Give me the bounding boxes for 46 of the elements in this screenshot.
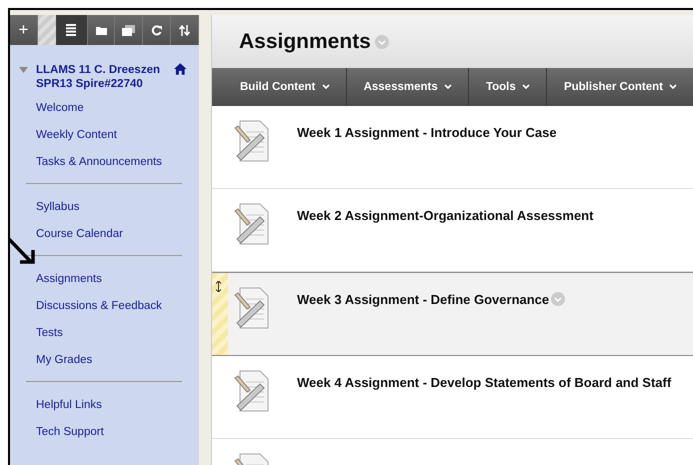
sort-view-button[interactable] [171, 15, 200, 45]
course-menu-link[interactable]: Tech Support [36, 419, 199, 446]
course-menu-link[interactable]: Syllabus [36, 194, 199, 221]
list-icon [66, 24, 76, 36]
assignment-title-link: Week 3 Assignment - Define Governance [297, 292, 550, 307]
assignment-document-icon [234, 287, 270, 329]
content-item-row[interactable]: Week 1 Assignment - Introduce Your Case [212, 106, 693, 189]
assignment-document-icon [234, 203, 270, 245]
caret-icon [522, 84, 530, 90]
content-item-row[interactable]: Week 3 Assignment - Define Governance [212, 272, 693, 356]
course-menu-link[interactable]: Weekly Content [36, 122, 199, 149]
folder-icon [96, 26, 107, 34]
caret-icon [322, 84, 330, 90]
caret-icon [669, 84, 678, 90]
refresh-icon [151, 24, 162, 36]
action-menu-button[interactable]: Publisher Content [546, 68, 693, 106]
assignment-document-icon [234, 370, 270, 412]
content-item-row[interactable]: Week 4 Assignment - Develop Statements of Board and Staff [212, 356, 693, 439]
course-title-link[interactable]: LLAMS 11 C. Dreeszen SPR13 Spire#22740 [36, 63, 166, 91]
drag-handle-icon[interactable] [216, 281, 221, 292]
course-menu-link[interactable]: Helpful Links [36, 392, 199, 419]
assignment-title-link: Week 4 Assignment - Develop Statements of Board and Staff [297, 375, 672, 390]
window-icon [122, 24, 136, 36]
action-menu-button[interactable]: Build Content [212, 68, 347, 106]
list-view-button[interactable] [56, 15, 88, 45]
course-menu-link[interactable]: Welcome [36, 95, 199, 122]
course-menu-link[interactable]: My Grades [36, 347, 199, 374]
assignment-title-link: Week 2 Assignment-Organizational Assessment [297, 208, 594, 223]
course-menu-link[interactable]: Assignments [36, 266, 199, 293]
window-view-button[interactable] [115, 15, 144, 45]
page-title: Assignments [239, 30, 371, 54]
resize-grip[interactable] [38, 15, 56, 45]
home-icon[interactable] [174, 63, 187, 75]
course-menu-link[interactable]: Discussions & Feedback [36, 293, 199, 320]
course-menu-link[interactable]: Course Calendar [36, 221, 199, 248]
folder-view-button[interactable] [88, 15, 116, 45]
action-menu-button[interactable]: Tools [468, 68, 547, 106]
caret-icon [444, 84, 452, 90]
assignment-document-icon [234, 120, 270, 162]
course-menu-link[interactable]: Tasks & Announcements [36, 149, 199, 176]
course-menu-link[interactable]: Tests [36, 320, 199, 347]
add-button[interactable]: + [10, 15, 38, 45]
action-menu-button[interactable]: Assessments [346, 68, 469, 106]
refresh-view-button[interactable] [143, 15, 172, 45]
assignment-title-link: Week 1 Assignment - Introduce Your Case [297, 125, 557, 140]
sort-icon [179, 24, 190, 36]
